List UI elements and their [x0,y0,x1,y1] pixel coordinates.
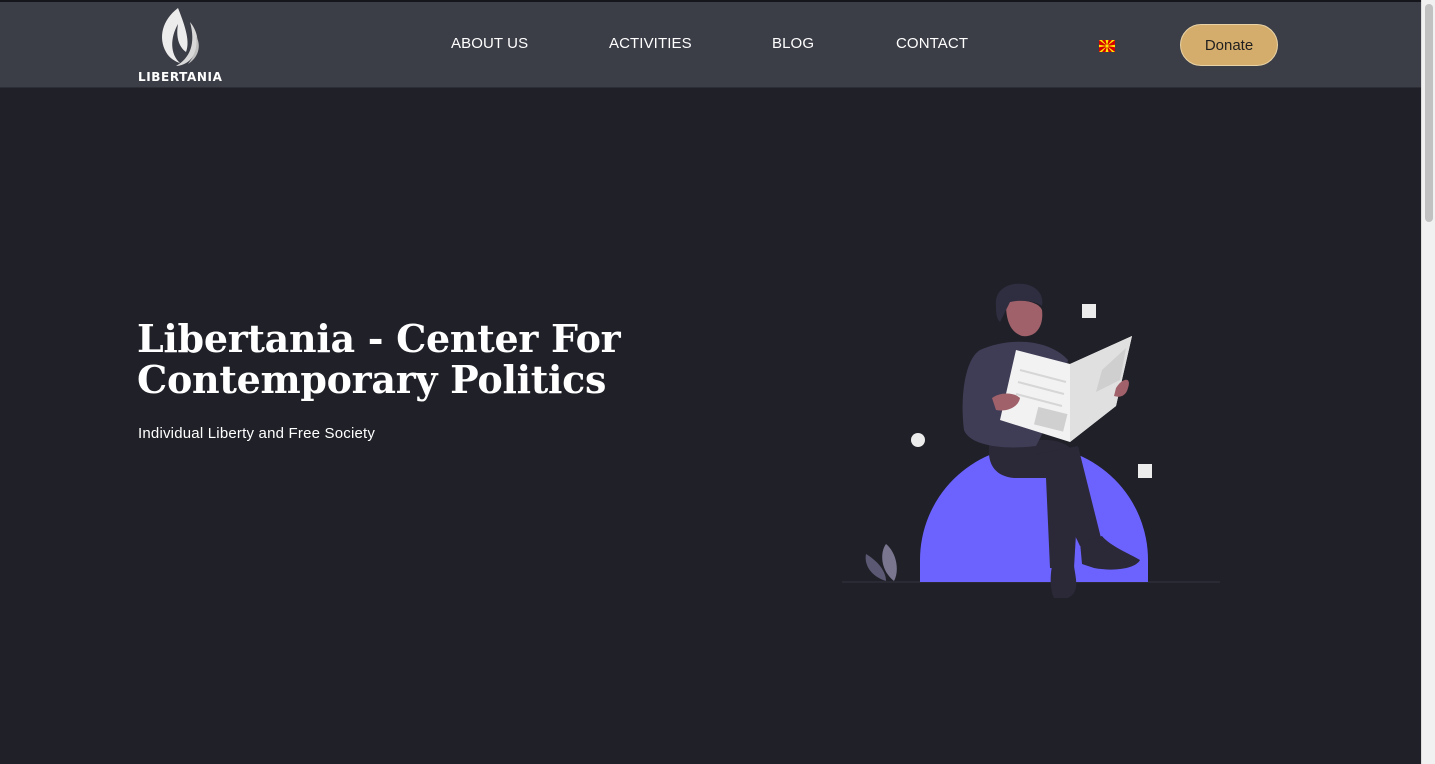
man-reading-newspaper-illustration [842,283,1220,598]
page: LIBERTANIA ABOUT US ACTIVITIES BLOG CONT… [0,0,1421,764]
flame-logo-icon [162,8,199,66]
nav-contact[interactable]: CONTACT [896,35,968,52]
scrollbar-thumb[interactable] [1425,4,1433,222]
nav-blog[interactable]: BLOG [772,35,814,52]
nav-about-us[interactable]: ABOUT US [451,35,528,52]
site-header: LIBERTANIA ABOUT US ACTIVITIES BLOG CONT… [0,2,1421,88]
hero-subtitle: Individual Liberty and Free Society [138,425,376,442]
hero-title: Libertania - Center For Contemporary Pol… [137,318,697,400]
logo-wordmark: LIBERTANIA [138,70,223,84]
hero-title-line-2: Contemporary Politics [137,357,607,402]
site-logo[interactable]: LIBERTANIA [138,8,223,84]
page-scrollbar[interactable] [1421,0,1435,764]
donate-button[interactable]: Donate [1180,24,1278,66]
nav-activities[interactable]: ACTIVITIES [609,35,692,52]
macedonia-flag-icon[interactable] [1099,40,1115,52]
hero-title-line-1: Libertania - Center For [137,316,621,361]
